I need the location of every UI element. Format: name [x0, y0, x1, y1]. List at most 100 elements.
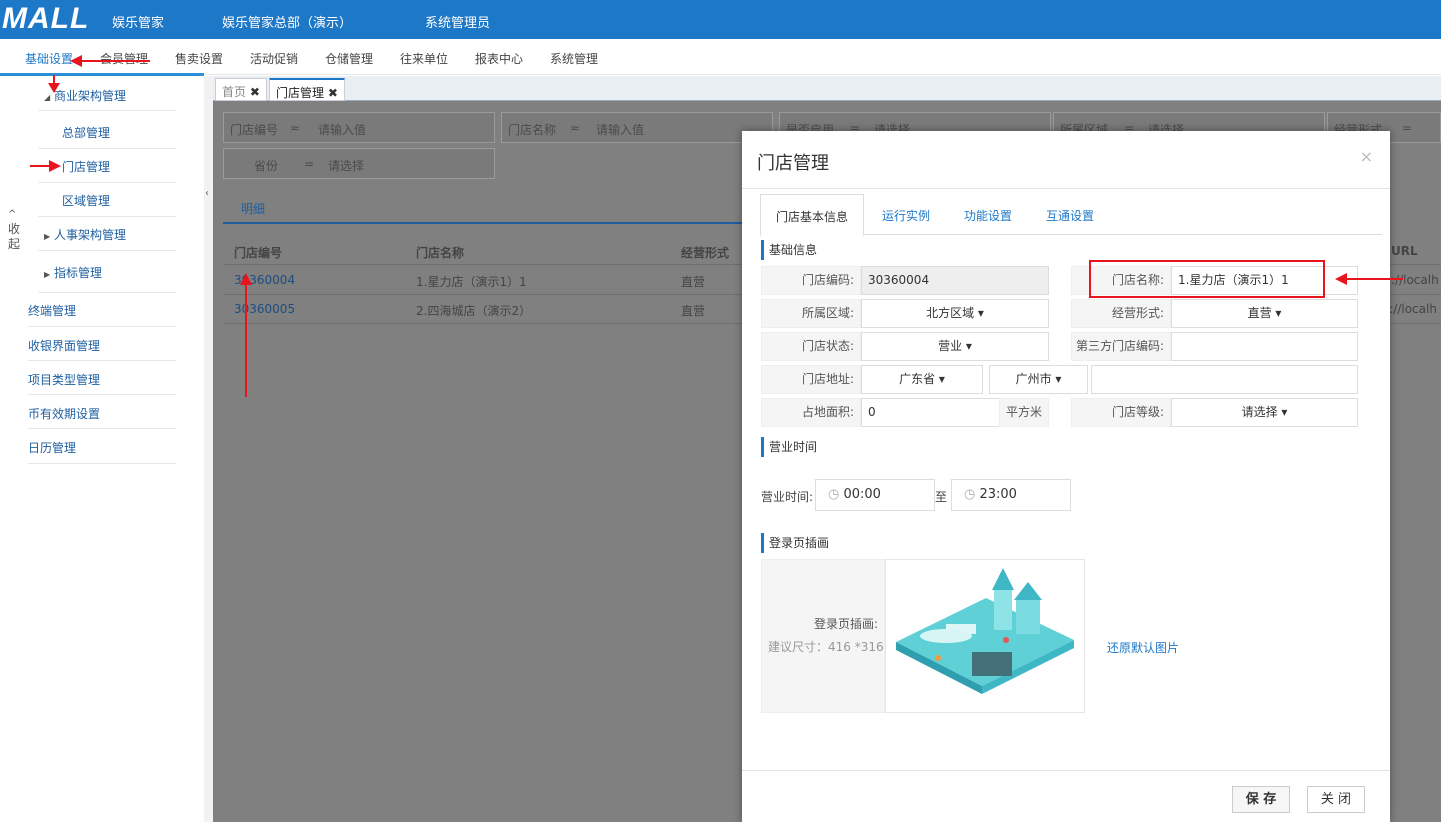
close-icon[interactable]: × [1360, 147, 1373, 166]
sidebar-item-hr-structure[interactable]: ▶ 人事架构管理 [44, 226, 126, 243]
tab-basic-info[interactable]: 门店基本信息 [760, 194, 865, 236]
headquarters-name[interactable]: 娱乐管家总部（演示） [222, 12, 352, 31]
row-biz-type: 直营 [681, 304, 706, 318]
logo-subtitle: 娱乐管家 [112, 16, 165, 31]
menu-sales-settings[interactable]: 售卖设置 [175, 50, 223, 67]
collapse-toggle[interactable]: ^ 收起 [8, 206, 20, 252]
tab-home[interactable]: 首页 ✖ [215, 78, 267, 101]
city-select[interactable]: 广州市 ▾ [989, 365, 1088, 394]
sidebar-item-indicators[interactable]: ▶ 指标管理 [44, 264, 102, 281]
menu-reports[interactable]: 报表中心 [475, 50, 523, 67]
close-button[interactable]: 关 闭 [1307, 786, 1365, 813]
address-field[interactable] [1091, 365, 1358, 394]
tab-store-management[interactable]: 门店管理 ✖ [269, 78, 345, 101]
status-label: 门店状态: [761, 332, 861, 361]
row-biz-type: 直营 [681, 275, 706, 289]
annotation-arrow [80, 60, 150, 62]
sidebar-item-headquarters[interactable]: 总部管理 [62, 124, 110, 141]
filter-store-name[interactable]: 门店名称 ≈ 请输入值 [501, 112, 773, 143]
tab-detail[interactable]: 明细 [241, 200, 265, 217]
section-login-image: 登录页插画 [761, 533, 829, 553]
page-tabs: 首页 ✖ 门店管理 ✖ [213, 76, 1441, 101]
sidebar-item-region[interactable]: 区域管理 [62, 192, 110, 209]
sidebar-item-calendar[interactable]: 日历管理 [28, 439, 76, 456]
caret-down-icon: ▾ [1275, 306, 1282, 320]
column-url[interactable]: URL [1391, 244, 1418, 258]
area-unit: 平方米 [999, 398, 1049, 427]
divider [38, 110, 176, 111]
chevron-left-icon[interactable]: ‹ [205, 188, 209, 199]
main-menu: 基础设置 会员管理 售卖设置 活动促销 仓储管理 往来单位 报表中心 系统管理 [0, 39, 1441, 75]
menu-storage[interactable]: 仓储管理 [325, 50, 373, 67]
sidebar-splitter[interactable]: ‹ [204, 76, 213, 822]
biz-type-select[interactable]: 直营 ▾ [1171, 299, 1358, 328]
grade-label: 门店等级: [1071, 398, 1171, 427]
filter-store-code[interactable]: 门店编号 ≈ 请输入值 [223, 112, 495, 143]
open-time-field[interactable]: ◷ 00:00 [815, 479, 935, 511]
sidebar-item-cashier-ui[interactable]: 收银界面管理 [28, 337, 100, 354]
top-bar: MALL 娱乐管家 娱乐管家总部（演示） 系统管理员 [0, 0, 1441, 39]
hours-label: 营业时间: [761, 490, 814, 504]
row-store-code[interactable]: 30360005 [234, 302, 295, 316]
chevron-up-icon: ^ [8, 209, 17, 220]
divider [742, 188, 1390, 189]
filter-province[interactable]: 省份 = 请选择 [223, 148, 495, 179]
sidebar-item-coin-validity[interactable]: 币有效期设置 [28, 405, 100, 422]
menu-members[interactable]: 会员管理 [100, 50, 148, 67]
menu-promotions[interactable]: 活动促销 [250, 50, 298, 67]
restore-default-image-link[interactable]: 还原默认图片 [1107, 639, 1179, 656]
logo: MALL [2, 2, 90, 35]
clock-icon: ◷ [828, 487, 840, 502]
region-label: 所属区域: [761, 299, 861, 328]
column-biz-type[interactable]: 经营形式 [681, 244, 729, 261]
row-store-name: 1.星力店（演示1）1 [416, 275, 527, 289]
login-illustration[interactable] [885, 559, 1085, 713]
sidebar-item-store-management[interactable]: 门店管理 [62, 158, 110, 175]
menu-system[interactable]: 系统管理 [550, 50, 598, 67]
login-image-label-cell: 登录页插画: 建议尺寸：416 *316 [761, 559, 885, 713]
address-label: 门店地址: [761, 365, 861, 394]
status-select[interactable]: 营业 ▾ [861, 332, 1049, 361]
biz-type-label: 经营形式: [1071, 299, 1171, 328]
save-button[interactable]: 保 存 [1232, 786, 1290, 813]
grade-select[interactable]: 请选择 ▾ [1171, 398, 1358, 427]
annotation-arrow [1345, 278, 1403, 280]
caret-right-icon: ▶ [44, 270, 51, 279]
clock-icon: ◷ [964, 487, 976, 502]
tab-running-instance[interactable]: 运行实例 [882, 207, 930, 224]
caret-down-icon: ◢ [44, 93, 51, 102]
sidebar-item-terminals[interactable]: 终端管理 [28, 302, 76, 319]
annotation-arrowhead [49, 160, 61, 172]
province-select[interactable]: 广东省 ▾ [861, 365, 983, 394]
region-select[interactable]: 北方区域 ▾ [861, 299, 1049, 328]
annotation-arrowhead [1335, 273, 1347, 285]
divider [38, 292, 176, 293]
store-dialog: 门店管理 × 门店基本信息 运行实例 功能设置 互通设置 基础信息 门店编码: … [742, 131, 1390, 822]
store-code-field[interactable]: 30360004 [861, 266, 1049, 295]
close-icon[interactable]: ✖ [250, 85, 260, 99]
divider [38, 216, 176, 217]
divider [28, 326, 176, 327]
divider [742, 770, 1390, 771]
column-store-code[interactable]: 门店编号 [234, 244, 282, 261]
caret-down-icon: ▾ [977, 306, 984, 320]
close-time-field[interactable]: ◷ 23:00 [951, 479, 1071, 511]
row-store-name: 2.四海城店（演示2） [416, 304, 532, 318]
annotation-arrowhead [240, 273, 252, 285]
tab-interop-settings[interactable]: 互通设置 [1046, 207, 1094, 224]
login-image-hint: 建议尺寸：416 *316 [768, 640, 884, 654]
column-store-name[interactable]: 门店名称 [416, 244, 464, 261]
current-user[interactable]: 系统管理员 [425, 12, 490, 31]
menu-basic-settings[interactable]: 基础设置 [25, 50, 73, 67]
section-basic: 基础信息 [761, 240, 817, 260]
sidebar-item-project-types[interactable]: 项目类型管理 [28, 371, 100, 388]
annotation-arrow [245, 285, 247, 397]
caret-down-icon: ▾ [938, 372, 945, 386]
area-field[interactable]: 0 [861, 398, 1000, 427]
tab-function-settings[interactable]: 功能设置 [964, 207, 1012, 224]
menu-partners[interactable]: 往来单位 [400, 50, 448, 67]
login-image-label: 登录页插画: [813, 617, 878, 631]
close-icon[interactable]: ✖ [328, 86, 338, 100]
third-party-code-field[interactable] [1171, 332, 1358, 361]
divider [28, 360, 176, 361]
